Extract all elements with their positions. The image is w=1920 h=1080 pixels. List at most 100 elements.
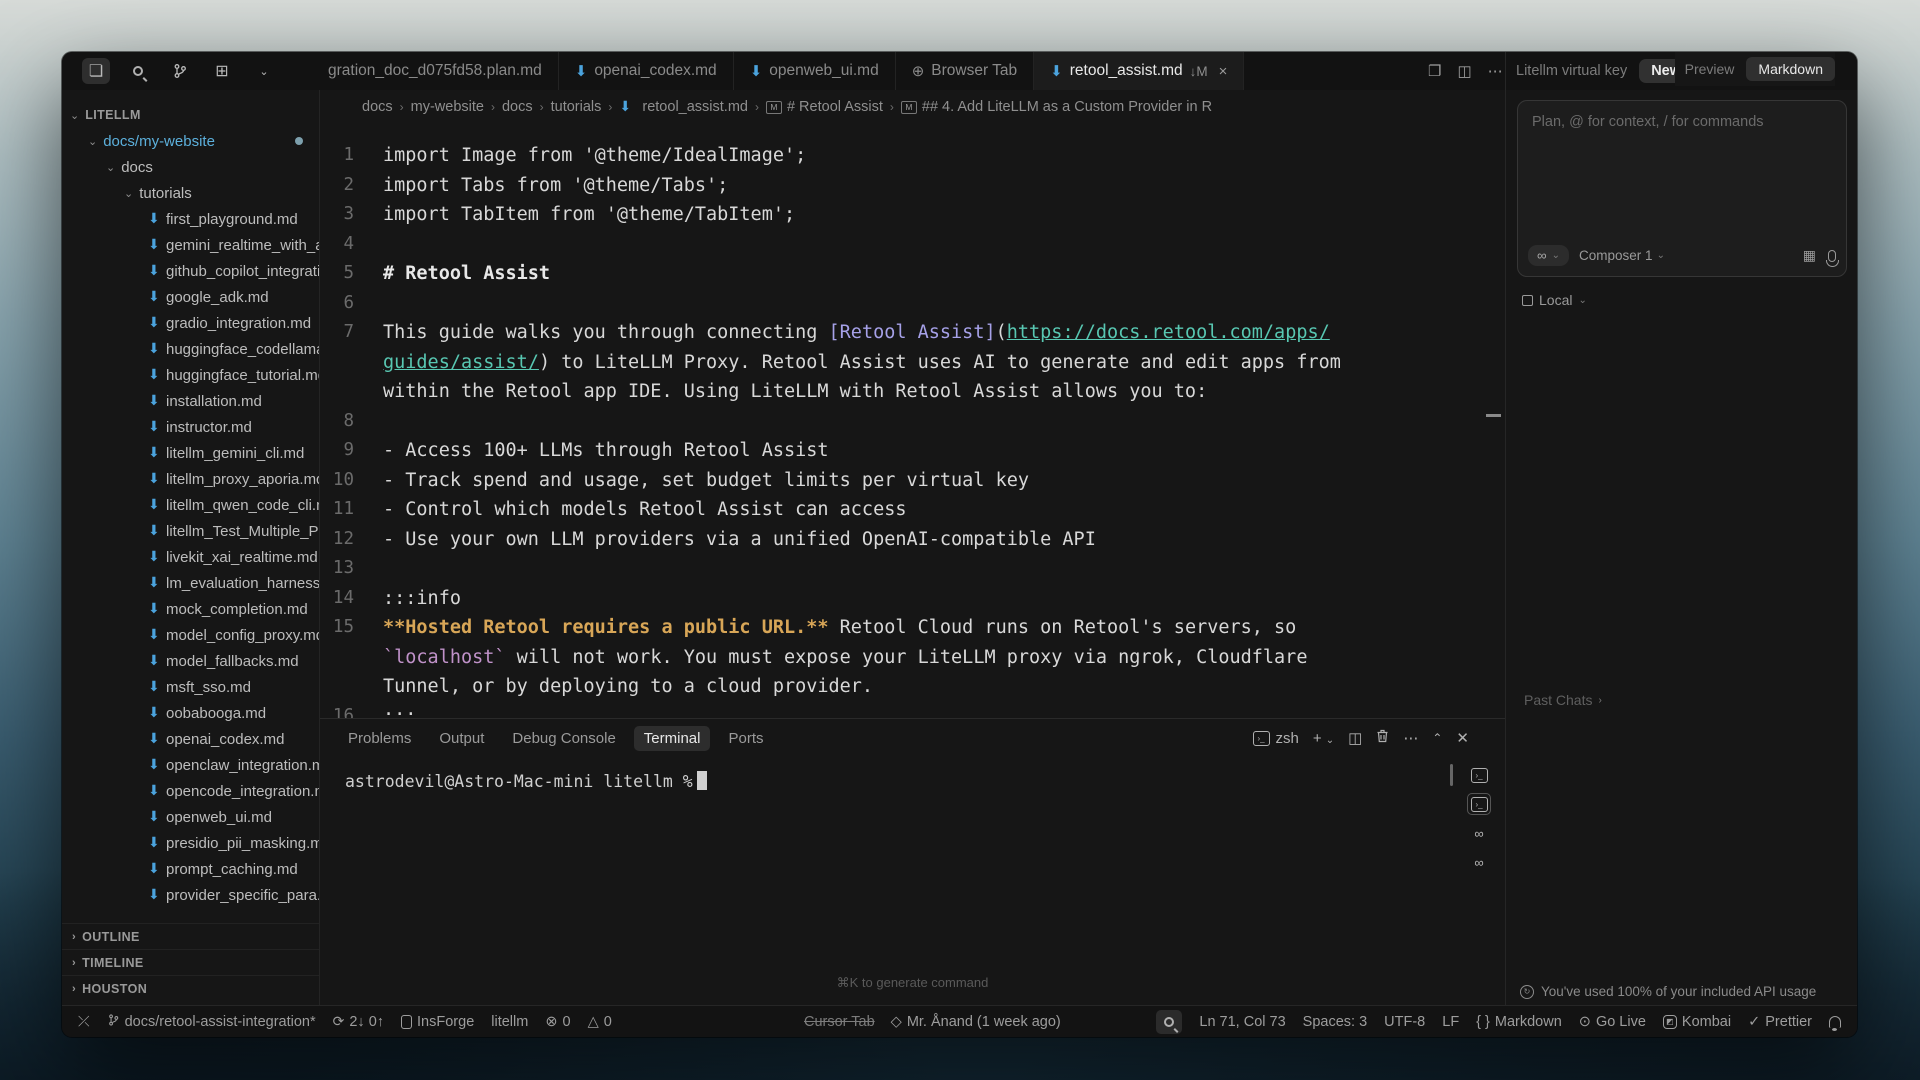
attach-image-icon[interactable]: ▦ <box>1803 247 1816 264</box>
split-editor-icon[interactable]: ◫ <box>1457 62 1471 80</box>
statusbar-item[interactable]: UTF-8 <box>1384 1014 1425 1030</box>
tree-root[interactable]: ⌄LITELLM <box>62 102 319 128</box>
tree-file[interactable]: ⬇openclaw_integration.md <box>62 752 319 778</box>
terminal-tab-terminal[interactable]: Terminal <box>634 726 711 751</box>
tree-file[interactable]: ⬇litellm_Test_Multiple_Pr... <box>62 518 319 544</box>
tree-file[interactable]: ⬇instructor.md <box>62 414 319 440</box>
editor-more-icon[interactable]: ⋯ <box>1488 62 1503 80</box>
statusbar-item[interactable] <box>1829 1016 1841 1028</box>
extensions-icon[interactable]: ⊞ <box>208 58 236 84</box>
tree-file[interactable]: ⬇presidio_pii_masking.md <box>62 830 319 856</box>
panel-maximize-icon[interactable]: ⌃ <box>1432 731 1442 745</box>
agent-mode-pill[interactable]: ∞⌄ <box>1528 245 1569 266</box>
kill-terminal-icon[interactable] <box>1376 729 1389 747</box>
tree-file[interactable]: ⬇github_copilot_integrati... <box>62 258 319 284</box>
sidebar-section-timeline[interactable]: ›TIMELINE <box>62 949 320 975</box>
shell-label[interactable]: ›_zsh <box>1253 730 1299 747</box>
tree-file[interactable]: ⬇gradio_integration.md <box>62 310 319 336</box>
search-icon[interactable] <box>124 58 152 84</box>
breadcrumb-item[interactable]: ⬇retool_assist.md <box>619 99 748 115</box>
editor-tab[interactable]: ⬇openai_codex.md <box>559 52 734 90</box>
editor-tab[interactable]: gration_doc_d075fd58.plan.md <box>312 52 559 90</box>
statusbar-item[interactable]: ✓Prettier <box>1748 1014 1812 1030</box>
tree-file[interactable]: ⬇opencode_integration.md <box>62 778 319 804</box>
statusbar-item[interactable] <box>1156 1010 1182 1034</box>
breadcrumb-item[interactable]: M## 4. Add LiteLLM as a Custom Provider … <box>901 99 1212 115</box>
tree-file[interactable]: ⬇installation.md <box>62 388 319 414</box>
terminal-tab-output[interactable]: Output <box>429 726 494 751</box>
tree-folder[interactable]: ⌄docs <box>62 154 319 180</box>
breadcrumb-item[interactable]: docs <box>362 99 393 115</box>
statusbar-item[interactable]: Spaces: 3 <box>1303 1014 1368 1030</box>
statusbar-item[interactable]: { }Markdown <box>1476 1014 1562 1030</box>
tree-file[interactable]: ⬇mock_completion.md <box>62 596 319 622</box>
mic-icon[interactable] <box>1828 250 1836 262</box>
editor-pane[interactable]: 1import Image from '@theme/IdealImage';2… <box>320 124 1505 718</box>
statusbar-item[interactable]: docs/retool-assist-integration* <box>107 1013 316 1030</box>
statusbar-item[interactable]: litellm <box>491 1014 528 1030</box>
tree-file[interactable]: ⬇litellm_proxy_aporia.md <box>62 466 319 492</box>
composer-selector[interactable]: Composer 1⌄ <box>1579 248 1665 263</box>
terminal-session-icon[interactable]: ›_ <box>1467 764 1491 786</box>
statusbar-item[interactable]: Ln 71, Col 73 <box>1199 1014 1285 1030</box>
tree-file[interactable]: ⬇oobabooga.md <box>62 700 319 726</box>
terminal-tab-debug-console[interactable]: Debug Console <box>502 726 625 751</box>
breadcrumb-item[interactable]: my-website <box>411 99 484 115</box>
statusbar-item[interactable]: △0 <box>588 1014 612 1030</box>
tree-file[interactable]: ⬇litellm_gemini_cli.md <box>62 440 319 466</box>
terminal-tab-problems[interactable]: Problems <box>338 726 421 751</box>
activity-chevron-icon[interactable]: ⌄ <box>250 58 278 84</box>
tree-file[interactable]: ⬇gemini_realtime_with_a... <box>62 232 319 258</box>
preview-toggle[interactable]: Preview <box>1685 61 1735 77</box>
new-terminal-icon[interactable]: + ⌄ <box>1313 730 1334 747</box>
breadcrumb-item[interactable]: tutorials <box>551 99 602 115</box>
statusbar-item[interactable]: ◩Kombai <box>1663 1014 1731 1030</box>
tree-file[interactable]: ⬇openweb_ui.md <box>62 804 319 830</box>
terminal-prompt[interactable]: astrodevil@Astro-Mac-mini litellm % <box>345 771 707 791</box>
panel-close-icon[interactable]: ✕ <box>1456 729 1469 747</box>
terminal-session-icon[interactable]: ›_ <box>1467 793 1491 815</box>
terminal-tab-ports[interactable]: Ports <box>718 726 773 751</box>
statusbar-item[interactable]: Cursor Tab <box>804 1014 875 1030</box>
breadcrumb-item[interactable]: M# Retool Assist <box>766 99 883 115</box>
tree-file[interactable]: ⬇model_config_proxy.md <box>62 622 319 648</box>
statusbar-item[interactable]: ⟳2↓ 0↑ <box>333 1013 384 1030</box>
tree-file[interactable]: ⬇provider_specific_para... <box>62 882 319 908</box>
tree-file[interactable]: ⬇huggingface_codellama... <box>62 336 319 362</box>
tree-file[interactable]: ⬇model_fallbacks.md <box>62 648 319 674</box>
chat-tab-litellm[interactable]: Litellm virtual key <box>1516 63 1627 79</box>
terminal-scrollbar[interactable] <box>1450 764 1453 786</box>
agent-session-icon[interactable]: ∞ <box>1467 851 1491 873</box>
source-control-icon[interactable] <box>166 58 194 84</box>
agent-session-icon[interactable]: ∞ <box>1467 822 1491 844</box>
chat-input-box[interactable]: Plan, @ for context, / for commands ∞⌄ C… <box>1517 100 1847 277</box>
tree-file[interactable]: ⬇first_playground.md <box>62 206 319 232</box>
editor-tab[interactable]: ⬇retool_assist.md↓M× <box>1034 52 1244 90</box>
tree-file[interactable]: ⬇huggingface_tutorial.md <box>62 362 319 388</box>
tree-file[interactable]: ⬇openai_codex.md <box>62 726 319 752</box>
sidebar-section-outline[interactable]: ›OUTLINE <box>62 923 320 949</box>
tree-file[interactable]: ⬇livekit_xai_realtime.md <box>62 544 319 570</box>
statusbar-item[interactable]: ⤫ <box>78 1014 90 1030</box>
past-chats[interactable]: Past Chats› <box>1524 692 1602 708</box>
tree-file[interactable]: ⬇google_adk.md <box>62 284 319 310</box>
sidebar-section-houston[interactable]: ›HOUSTON <box>62 975 320 1001</box>
local-selector[interactable]: Local ⌄ <box>1522 292 1587 308</box>
open-preview-icon[interactable]: ❐ <box>1428 62 1441 80</box>
markdown-toggle[interactable]: Markdown <box>1746 57 1835 81</box>
tree-folder[interactable]: ⌄tutorials <box>62 180 319 206</box>
statusbar-item[interactable]: ◇Mr. Ånand (1 week ago) <box>891 1014 1061 1030</box>
tree-file[interactable]: ⬇litellm_qwen_code_cli.md <box>62 492 319 518</box>
statusbar-item[interactable]: ⊙Go Live <box>1579 1014 1646 1030</box>
statusbar-item[interactable]: ⊗0 <box>545 1014 570 1030</box>
tab-close-icon[interactable]: × <box>1219 63 1228 80</box>
editor-tab[interactable]: ⬇openweb_ui.md <box>734 52 896 90</box>
split-terminal-icon[interactable]: ◫ <box>1348 729 1362 747</box>
tree-file[interactable]: ⬇lm_evaluation_harness.... <box>62 570 319 596</box>
statusbar-item[interactable]: LF <box>1442 1014 1459 1030</box>
tree-file[interactable]: ⬇msft_sso.md <box>62 674 319 700</box>
statusbar-item[interactable]: InsForge <box>401 1014 474 1030</box>
explorer-icon[interactable]: ❏ <box>82 58 110 84</box>
tree-file[interactable]: ⬇prompt_caching.md <box>62 856 319 882</box>
editor-tab[interactable]: ⊕Browser Tab <box>896 52 1034 90</box>
